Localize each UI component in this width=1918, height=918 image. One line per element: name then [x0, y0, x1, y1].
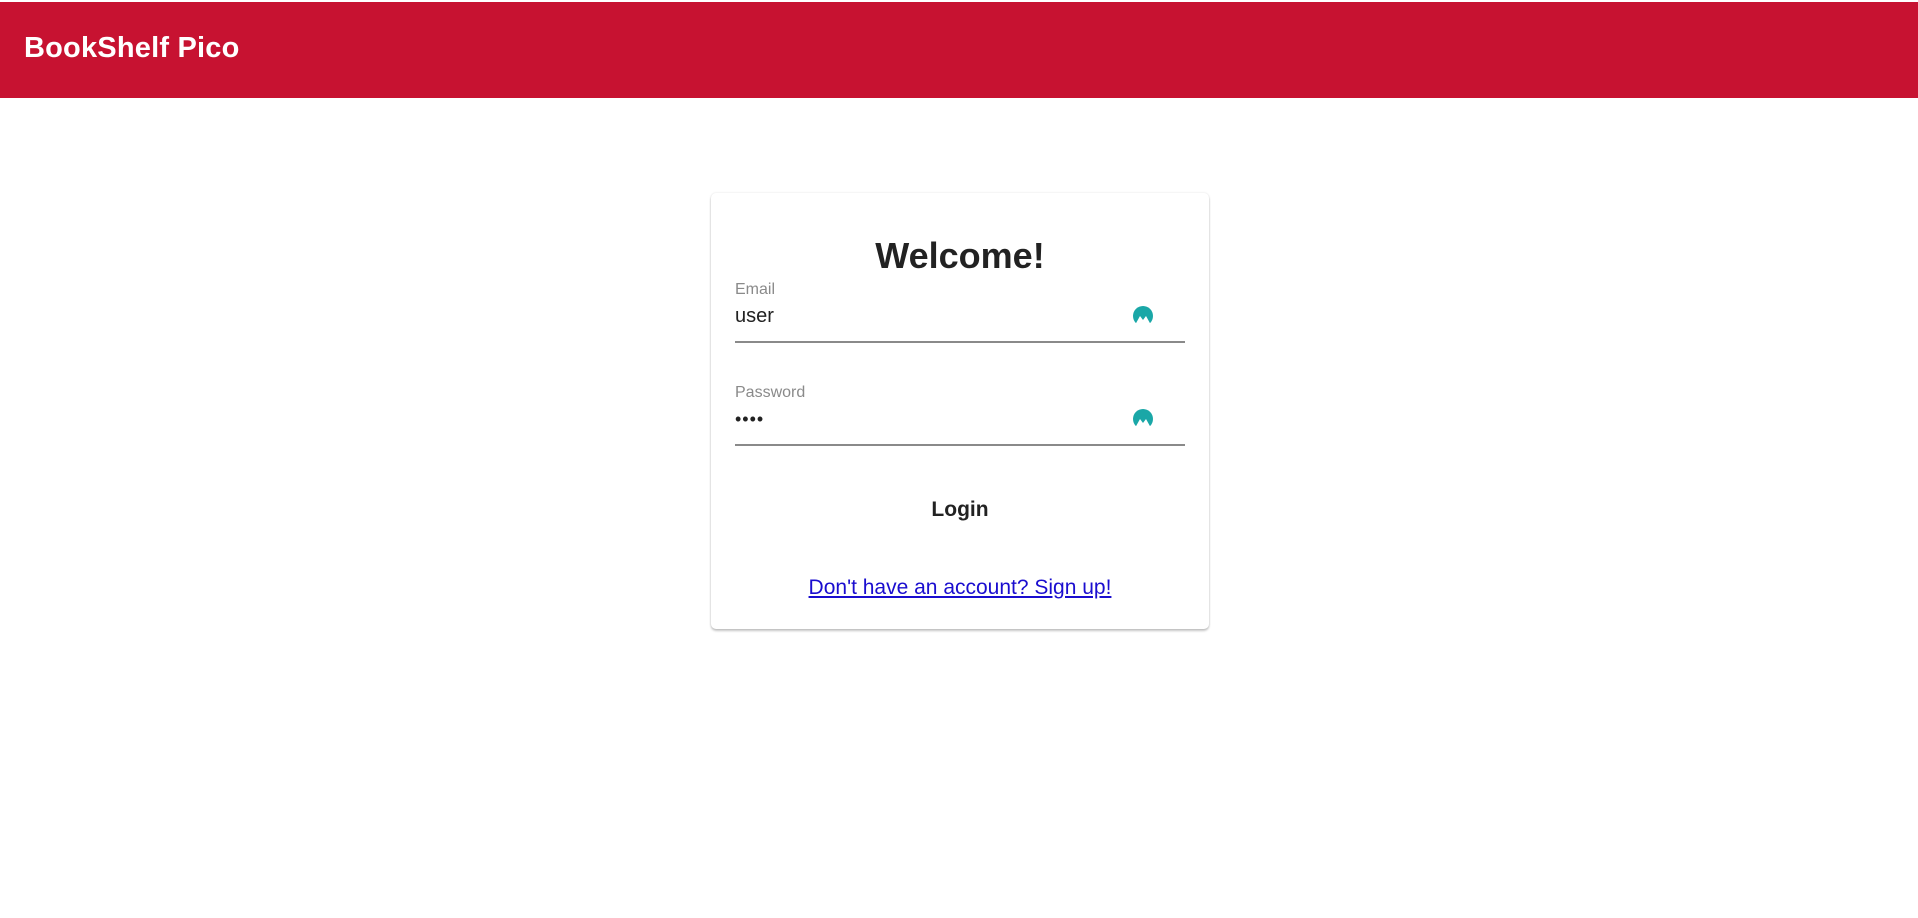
- login-card: Welcome! Email Password Login Don't have…: [711, 193, 1209, 629]
- email-label: Email: [735, 281, 776, 298]
- email-input[interactable]: [735, 301, 1125, 331]
- app-header: BookShelf Pico: [0, 2, 1918, 98]
- password-manager-icon[interactable]: [1132, 305, 1154, 327]
- password-label: Password: [735, 384, 806, 401]
- password-input[interactable]: [735, 404, 1125, 434]
- signup-link[interactable]: Don't have an account? Sign up!: [809, 576, 1112, 599]
- welcome-heading: Welcome!: [875, 235, 1045, 276]
- email-field: Email: [735, 281, 1185, 343]
- signup-link-container: Don't have an account? Sign up!: [711, 576, 1209, 600]
- login-button[interactable]: Login: [879, 488, 1041, 532]
- password-manager-icon[interactable]: [1132, 408, 1154, 430]
- password-field: Password: [735, 384, 1185, 446]
- app-title: BookShelf Pico: [24, 32, 240, 64]
